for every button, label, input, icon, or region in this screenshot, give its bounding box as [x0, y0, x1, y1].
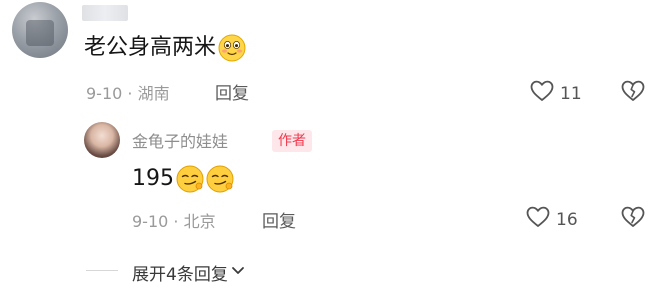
comment-reply-button[interactable]: 回复	[215, 79, 249, 104]
commenter-avatar[interactable]	[12, 2, 68, 58]
reply-dislike-button[interactable]	[621, 206, 645, 233]
reply-text: 195	[132, 164, 234, 194]
comment-date-location: 9-10 · 湖南	[86, 84, 170, 103]
heart-outline-icon	[526, 206, 550, 233]
broken-heart-icon	[621, 80, 645, 107]
blush-smile-emoji-icon	[218, 34, 246, 62]
reply-reply-button[interactable]: 回复	[262, 207, 296, 232]
comment-dislike-button[interactable]	[621, 80, 645, 107]
broken-heart-icon	[621, 206, 645, 233]
heart-outline-icon	[530, 80, 554, 107]
author-badge: 作者	[272, 130, 312, 152]
reply-like-count: 16	[556, 209, 578, 230]
expand-replies-label: 展开4条回复	[132, 265, 228, 285]
reply-username[interactable]: 金龟子的娃娃	[132, 128, 228, 152]
reply-date-location: 9-10 · 北京	[132, 212, 216, 231]
reply-author-avatar[interactable]	[84, 122, 120, 158]
commenter-name-redacted[interactable]	[82, 5, 128, 21]
smirk-emoji-icon	[206, 165, 234, 193]
reply-text-content: 195	[132, 166, 174, 191]
comment-like-button[interactable]: 11	[530, 80, 582, 107]
comment-like-count: 11	[560, 83, 582, 104]
comment-text-content: 老公身高两米	[84, 35, 217, 60]
comment-text: 老公身高两米	[84, 33, 246, 63]
smirk-emoji-icon	[176, 165, 204, 193]
expand-replies-button[interactable]: 展开4条回复	[132, 260, 246, 285]
expand-divider	[86, 270, 118, 271]
reply-like-button[interactable]: 16	[526, 206, 578, 233]
chevron-down-icon	[230, 262, 246, 283]
